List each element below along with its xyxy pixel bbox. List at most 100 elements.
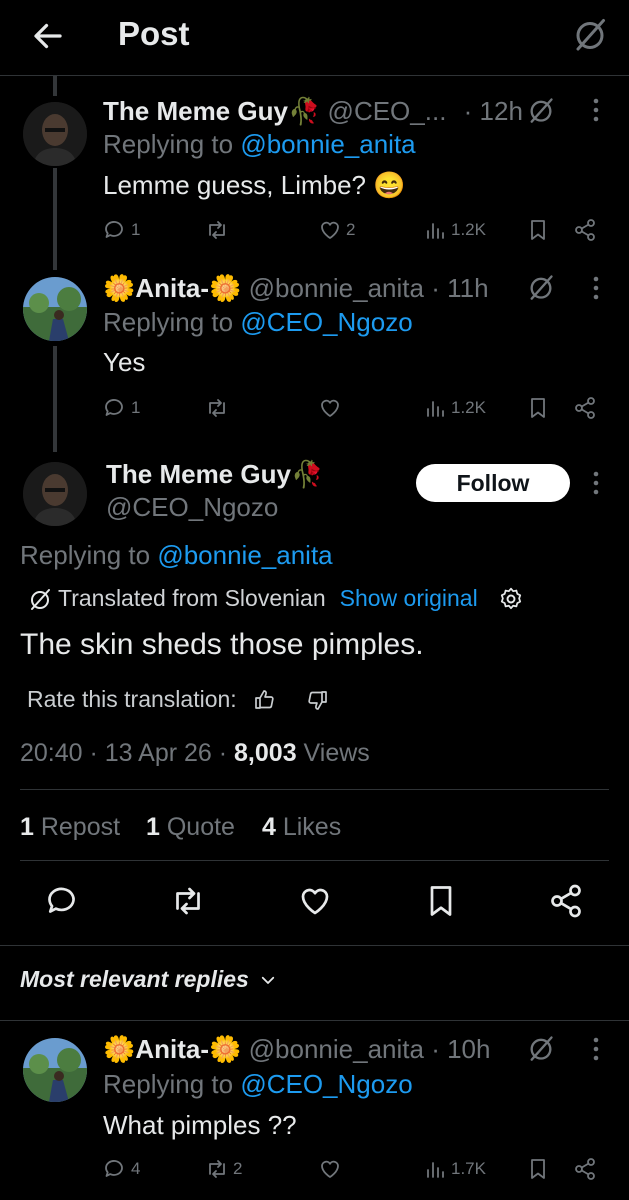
replying-to: Replying to @CEO_Ngozo (103, 307, 413, 338)
translate-icon[interactable] (527, 273, 555, 301)
author-name[interactable]: The Meme Guy (106, 459, 291, 489)
likes-stat[interactable]: 4 Likes (262, 813, 341, 842)
more-icon[interactable] (591, 470, 601, 496)
author-name[interactable]: Anita- (135, 273, 209, 303)
thread-line (53, 168, 57, 270)
replies-sort-label: Most relevant replies (20, 966, 249, 992)
reply-text: Yes (103, 347, 146, 377)
reply-button[interactable]: 1 (103, 218, 140, 242)
author-handle[interactable]: @CEO_... (328, 96, 447, 126)
gear-icon[interactable] (498, 586, 524, 612)
author-name[interactable]: The Meme Guy (103, 96, 288, 126)
like-icon (318, 218, 342, 242)
views-label: Views (296, 739, 370, 767)
avatar[interactable] (23, 462, 87, 526)
show-original-link[interactable]: Show original (340, 585, 478, 612)
view-count: 1.7K (451, 1159, 486, 1178)
avatar[interactable] (23, 277, 87, 341)
translate-icon[interactable] (572, 16, 608, 52)
view-count: 1.2K (451, 398, 486, 417)
reply-icon (103, 396, 127, 420)
replying-to: Replying to @bonnie_anita (20, 540, 333, 571)
bookmark-button[interactable] (526, 1157, 550, 1181)
translate-icon[interactable] (527, 96, 555, 124)
author-handle[interactable]: @bonnie_anita (249, 1034, 424, 1064)
reposts-count: 1 (20, 813, 34, 841)
replying-prefix: Replying to (103, 307, 241, 337)
rate-label: Rate this translation: (27, 686, 237, 712)
author-name[interactable]: Anita- (135, 1034, 209, 1064)
divider (0, 1020, 629, 1021)
reply-icon (45, 883, 81, 919)
author-handle[interactable]: @bonnie_anita (249, 273, 424, 303)
thumbs-up-icon[interactable] (253, 688, 277, 712)
translated-label: Translated from Slovenian (58, 585, 326, 611)
mention-link[interactable]: @bonnie_anita (157, 540, 332, 570)
bookmark-button[interactable] (526, 218, 550, 242)
share-icon (573, 396, 597, 420)
bookmark-icon (526, 218, 550, 242)
share-button[interactable] (573, 396, 597, 420)
reply-button[interactable] (45, 883, 81, 919)
reply-count: 4 (131, 1159, 141, 1178)
more-icon[interactable] (591, 275, 601, 301)
chevron-down-icon (261, 976, 274, 984)
more-icon[interactable] (591, 97, 601, 123)
reposts-stat[interactable]: 1 Repost (20, 813, 120, 842)
repost-icon (205, 396, 229, 420)
reply-text: Lemme guess, Limbe? 😄 (103, 170, 406, 200)
author-line: The Meme Guy🥀 @CEO_... · 12h (103, 96, 523, 127)
divider (20, 789, 609, 790)
view-count: 1.2K (451, 220, 486, 239)
like-button[interactable]: 2 (318, 218, 355, 242)
like-button[interactable] (318, 1157, 346, 1181)
repost-icon (170, 883, 206, 919)
bookmark-button[interactable] (526, 396, 550, 420)
repost-button[interactable] (205, 396, 233, 420)
avatar[interactable] (23, 102, 87, 166)
back-arrow-icon[interactable] (30, 18, 66, 54)
replies-sort-dropdown[interactable]: Most relevant replies (20, 966, 277, 993)
views-icon (423, 396, 447, 420)
share-button[interactable] (573, 218, 597, 242)
reply-button[interactable]: 4 (103, 1157, 140, 1181)
follow-button[interactable]: Follow (416, 464, 570, 502)
name-emoji: 🌼 (103, 1034, 136, 1064)
author-line: 🌼Anita-🌼 @bonnie_anita · 11h (103, 273, 489, 304)
like-button[interactable] (318, 396, 346, 420)
post-text: The skin sheds those pimples. (20, 628, 424, 661)
post-timestamp[interactable]: 20:40 · 13 Apr 26 · (20, 739, 234, 767)
reply-count: 1 (131, 220, 141, 239)
top-bar: Post (0, 0, 629, 76)
translate-icon[interactable] (527, 1034, 555, 1062)
like-button[interactable] (297, 883, 333, 919)
thumbs-down-icon[interactable] (305, 688, 329, 712)
post-meta: 20:40 · 13 Apr 26 · 8,003 Views (20, 739, 370, 768)
bookmark-button[interactable] (423, 883, 459, 919)
likes-count: 4 (262, 813, 276, 841)
share-button[interactable] (573, 1157, 597, 1181)
share-icon (573, 1157, 597, 1181)
reply-button[interactable]: 1 (103, 396, 140, 420)
reposts-label: Repost (33, 813, 121, 841)
repost-button[interactable]: 2 (205, 1157, 242, 1181)
repost-button[interactable] (170, 883, 206, 919)
mention-link[interactable]: @CEO_Ngozo (240, 1069, 412, 1099)
avatar[interactable] (23, 1038, 87, 1102)
post-time: · 12h (463, 96, 523, 126)
likes-label: Likes (275, 813, 342, 841)
share-button[interactable] (548, 883, 584, 919)
views-icon (423, 218, 447, 242)
repost-button[interactable] (205, 218, 233, 242)
name-emoji: 🥀 (287, 96, 321, 126)
views-button[interactable]: 1.2K (423, 396, 486, 420)
mention-link[interactable]: @CEO_Ngozo (240, 307, 412, 337)
mention-link[interactable]: @bonnie_anita (240, 129, 415, 159)
name-emoji: 🌼 (103, 273, 136, 303)
views-button[interactable]: 1.2K (423, 218, 486, 242)
views-button[interactable]: 1.7K (423, 1157, 486, 1181)
more-icon[interactable] (591, 1036, 601, 1062)
author-handle[interactable]: @CEO_Ngozo (106, 492, 278, 523)
translation-bar: Translated from Slovenian Show original (28, 585, 524, 612)
quotes-stat[interactable]: 1 Quote (146, 813, 235, 842)
